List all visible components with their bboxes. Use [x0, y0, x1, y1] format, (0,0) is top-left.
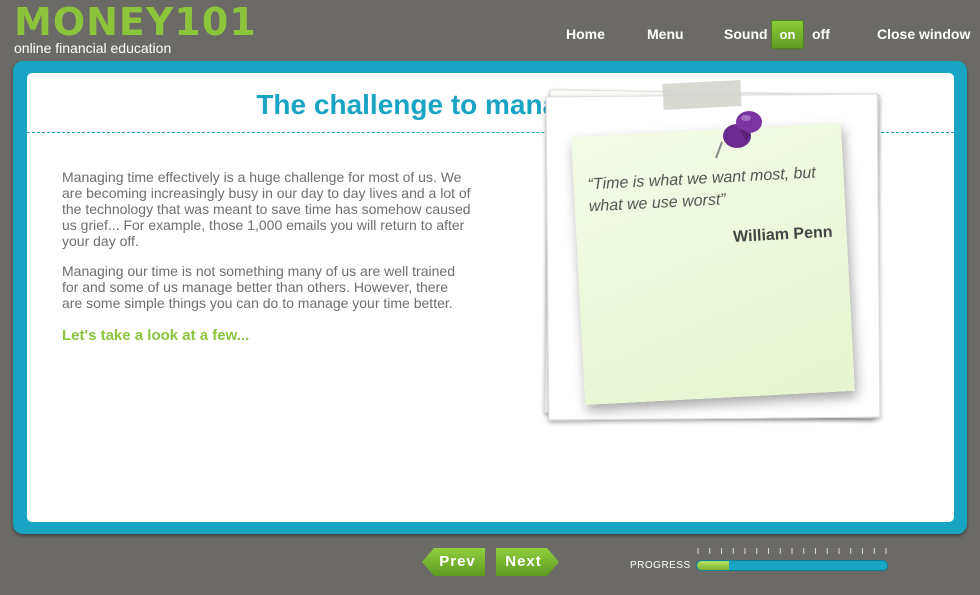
- home-link[interactable]: Home: [566, 26, 605, 42]
- menu-link[interactable]: Menu: [647, 26, 684, 42]
- brand-name: MONEY101: [14, 0, 257, 44]
- push-pin-icon: [715, 111, 762, 159]
- progress-bar: [696, 560, 888, 571]
- prev-button[interactable]: Prev: [422, 548, 485, 576]
- progress-fill: [697, 561, 730, 570]
- body-paragraph-1: Managing time effectively is a huge chal…: [62, 169, 471, 249]
- next-button[interactable]: Next: [496, 548, 559, 576]
- tape-strip: [662, 79, 742, 111]
- brand-logo: MONEY101 online financial education: [14, 2, 257, 56]
- close-window-link[interactable]: Close window: [877, 26, 970, 42]
- sound-on-toggle[interactable]: on: [771, 20, 804, 49]
- body-text: Managing time effectively is a huge chal…: [62, 169, 472, 344]
- sound-label: Sound: [724, 26, 768, 42]
- progress-ticks: [697, 548, 887, 554]
- quote-author: William Penn: [732, 223, 833, 246]
- quote-text: “Time is what we want most, but what we …: [587, 164, 817, 216]
- call-to-action: Let's take a look at a few...: [62, 327, 250, 344]
- progress-label: PROGRESS: [630, 560, 691, 571]
- sound-off-toggle[interactable]: off: [812, 26, 830, 42]
- body-paragraph-2: Managing our time is not something many …: [62, 263, 455, 311]
